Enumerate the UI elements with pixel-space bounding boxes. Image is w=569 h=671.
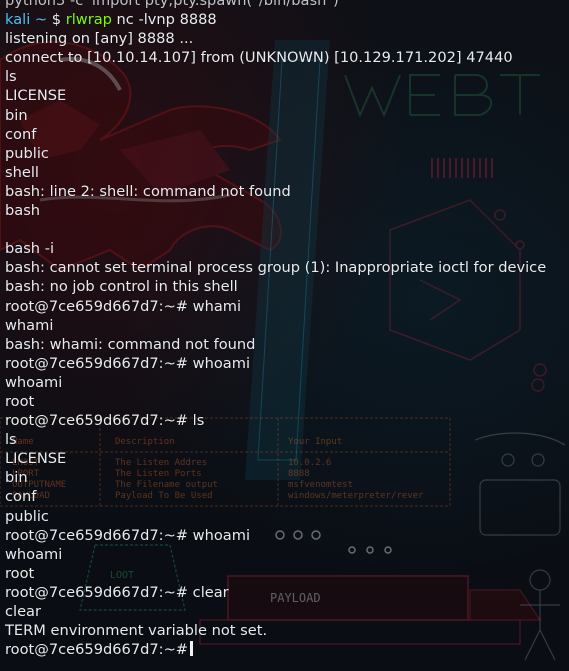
output-line: root@7ce659d667d7:~# clear (5, 583, 229, 601)
output-line: root@7ce659d667d7:~# ls (5, 412, 205, 430)
active-prompt-line[interactable]: root@7ce659d667d7:~# (5, 640, 565, 659)
output-line: root@7ce659d667d7:~# whoami (5, 526, 251, 544)
output-line: bin (5, 469, 28, 487)
prompt-path: ~ (34, 11, 48, 29)
prompt-symbol: $ (51, 11, 62, 29)
output-line: bash: whami: command not found (5, 335, 256, 353)
output-line: conf (5, 125, 37, 143)
terminal-window[interactable]: Name Description Your Input LHOST The Li… (0, 0, 569, 671)
output-line: bash (5, 202, 41, 220)
output-line (5, 220, 565, 239)
output-line: bash -i (5, 240, 55, 258)
output-line: ls (5, 68, 17, 86)
output-line: public (5, 144, 49, 162)
output-line: shell (5, 163, 39, 181)
shell-prompt-line: kali ~ $ rlwrap nc -lvnp 8888 (5, 10, 565, 29)
output-line: bash: no job control in this shell (5, 278, 238, 296)
output-line: bin (5, 106, 28, 124)
output-line: clear (5, 603, 41, 620)
output-line: root (5, 564, 35, 582)
output-line: root@7ce659d667d7:~# whoami (5, 354, 251, 372)
text-cursor[interactable] (190, 641, 194, 657)
output-line: listening on [any] 8888 ... (5, 30, 194, 48)
output-line-partial: python3 -c 'import pty;pty.spawn("/bin/b… (5, 0, 343, 9)
output-line: LICENSE (5, 450, 67, 468)
output-line: connect to [10.10.14.107] from (UNKNOWN)… (5, 49, 513, 67)
output-line: bash: line 2: shell: command not found (5, 182, 291, 200)
output-line: LICENSE (5, 87, 67, 105)
prompt-args: nc -lvnp 8888 (116, 11, 217, 29)
output-line: public (5, 507, 49, 525)
output-line: conf (5, 488, 37, 506)
output-line: whoami (5, 373, 63, 391)
output-line: bash: cannot set terminal process group … (5, 259, 547, 277)
output-line: TERM environment variable not set. (5, 622, 268, 640)
output-line: whami (5, 316, 54, 334)
active-prompt: root@7ce659d667d7:~# (5, 641, 189, 659)
prompt-user: kali (5, 11, 31, 29)
output-line: whoami (5, 545, 63, 563)
output-line: root (5, 392, 35, 410)
prompt-command: rlwrap (65, 11, 112, 29)
output-line: root@7ce659d667d7:~# whami (5, 297, 242, 315)
output-line: ls (5, 431, 17, 449)
terminal-output: python3 -c 'import pty;pty.spawn("/bin/b… (5, 0, 565, 659)
